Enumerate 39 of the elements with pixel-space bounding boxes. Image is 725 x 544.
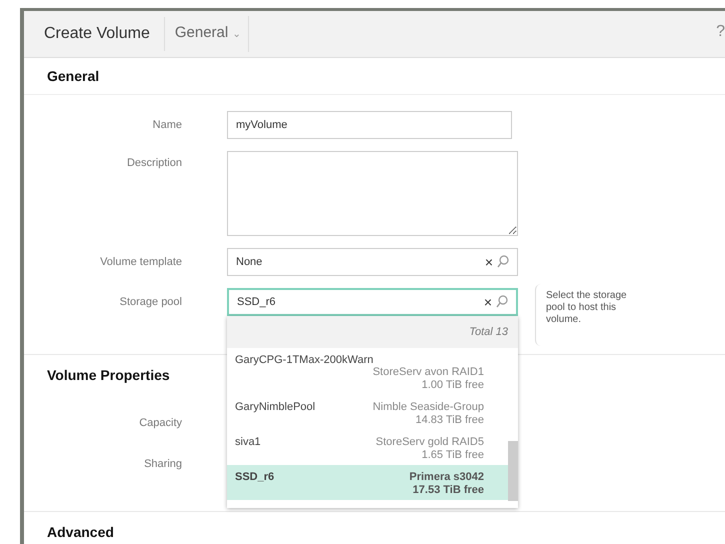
pool-name: GaryNimblePool: [235, 401, 316, 413]
dropdown-option[interactable]: siva1 StoreServ gold RAID5 1.65 TiB free: [227, 430, 508, 465]
pool-system: StoreServ avon RAID1: [372, 366, 484, 378]
pool-system: StoreServ gold RAID5: [374, 436, 484, 448]
pool-free-space: 17.53 TiB free: [412, 484, 484, 496]
field-value: SSD_r6: [237, 296, 277, 308]
pool-name: siva1: [235, 436, 261, 448]
field-label: Capacity: [138, 417, 182, 429]
section-title: General: [47, 68, 100, 84]
pool-system: Nimble Seaside-Group: [372, 401, 484, 413]
pool-name: SSD_r6: [235, 471, 274, 483]
dropdown-option[interactable]: GaryNimblePool Nimble Seaside-Group 14.83 TiB free: [227, 395, 508, 430]
dropdown-option[interactable]: GaryCPG-1TMax-200kWarn StoreServ avon RAID1 1.00 TiB free: [227, 348, 508, 395]
dialog-title: Create Volume: [44, 17, 165, 51]
field-label: Storage pool: [118, 296, 182, 308]
clear-button[interactable]: ×: [480, 294, 496, 310]
field-value: None: [236, 256, 264, 268]
pool-free-space: 1.00 TiB free: [422, 379, 484, 391]
dropdown-option[interactable]: SSD_r6 Primera s3042 17.53 TiB free: [227, 465, 508, 500]
field-label: Volume template: [99, 256, 182, 268]
pool-free-space: 1.65 TiB free: [422, 449, 484, 461]
pool-system: Primera s3042: [408, 471, 484, 483]
search-icon[interactable]: [497, 255, 509, 269]
field-label: Description: [126, 156, 182, 169]
pool-free-space: 14.83 TiB free: [416, 414, 484, 426]
search-icon[interactable]: [496, 295, 508, 309]
section-title: Volume Properties: [47, 367, 170, 383]
section-menu[interactable]: General ⌄: [164, 16, 250, 52]
field-label: Name: [152, 119, 182, 131]
total-count: Total 13: [227, 316, 518, 348]
tooltip-text: Select the storage pool to host this volume.: [546, 290, 628, 326]
description-field[interactable]: [227, 151, 518, 236]
section-title: Advanced: [47, 524, 114, 540]
name-field[interactable]: myVolume: [227, 111, 512, 139]
search-field[interactable]: None ×: [227, 248, 518, 276]
pool-name: GaryCPG-1TMax-200kWarn: [235, 354, 374, 366]
clear-button[interactable]: ×: [480, 254, 497, 270]
field-label: Sharing: [143, 458, 182, 470]
scrollbar[interactable]: [508, 441, 518, 501]
